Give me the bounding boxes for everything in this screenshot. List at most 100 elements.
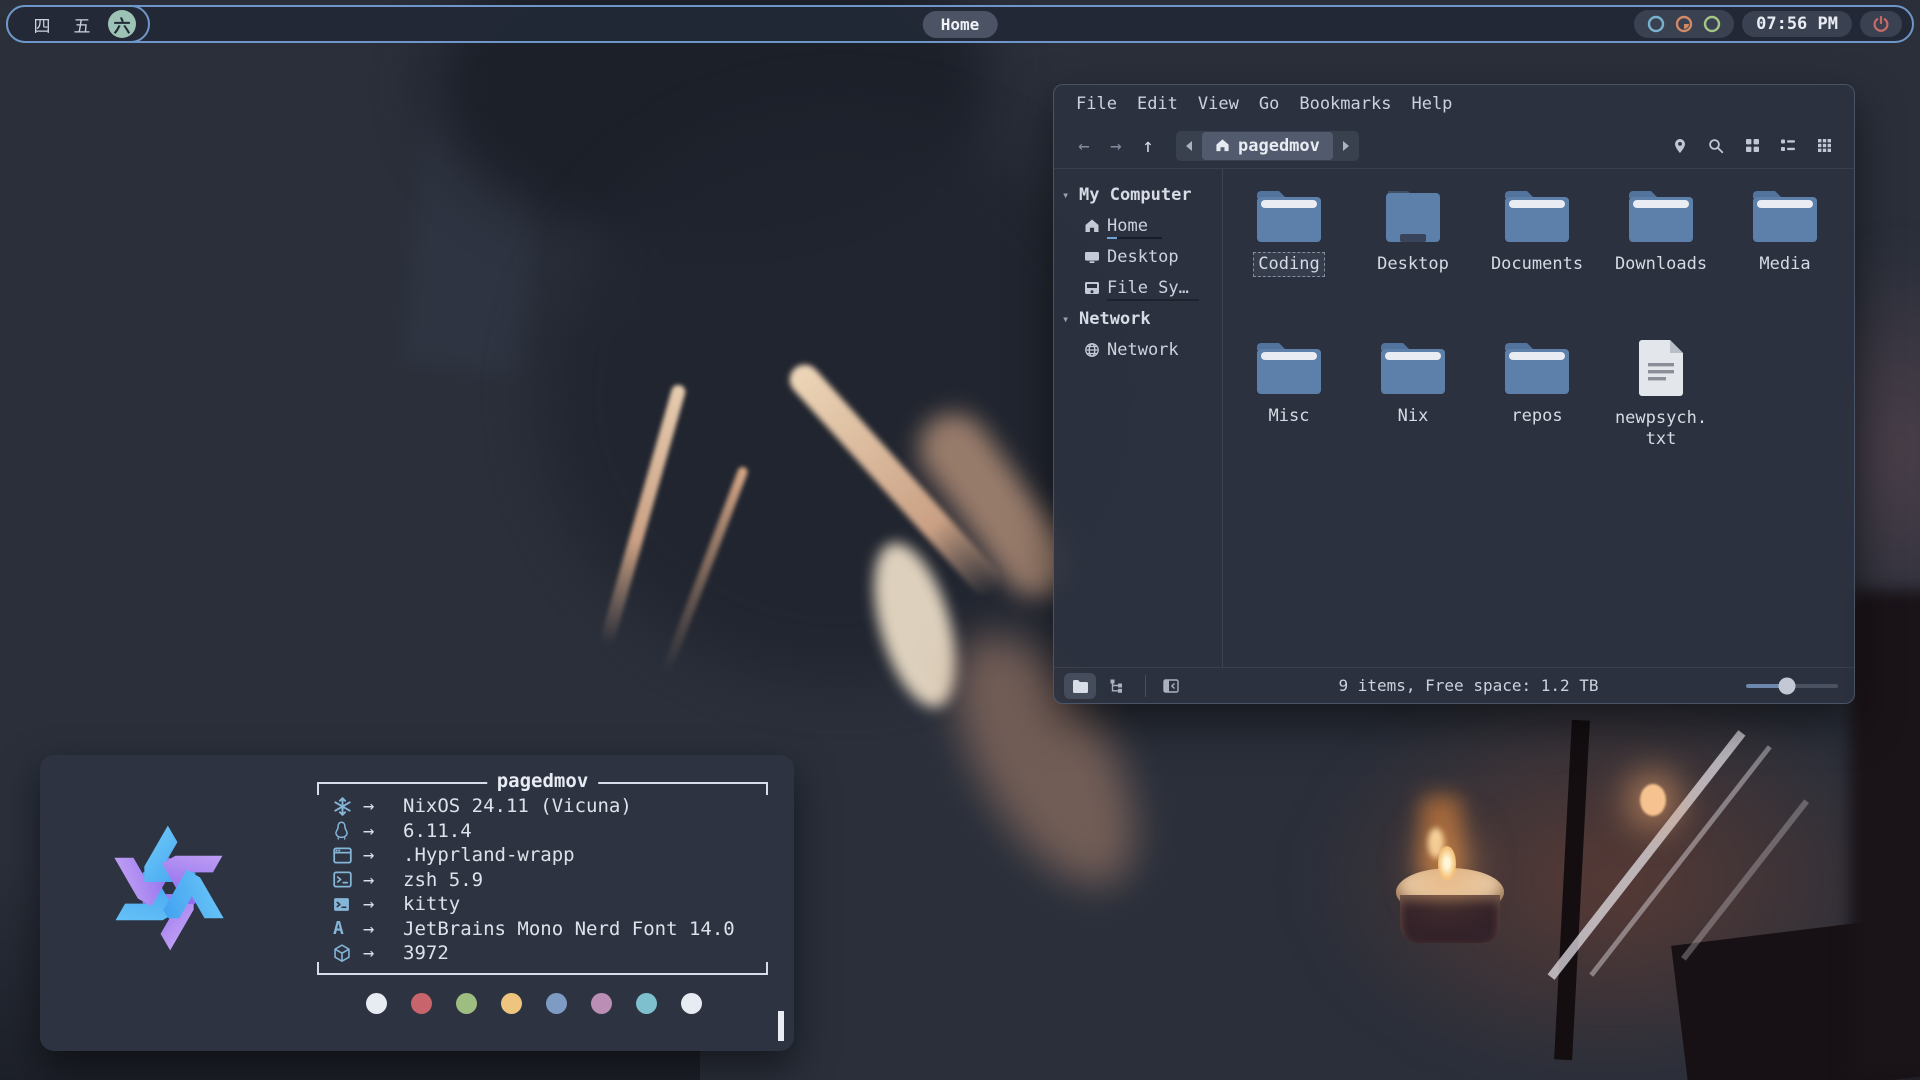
path-segment-home[interactable]: pagedmov — [1202, 132, 1333, 160]
arrow-icon: → — [363, 844, 403, 866]
path-segment-label: pagedmov — [1238, 136, 1320, 156]
file-item-documents[interactable]: Documents — [1475, 187, 1599, 339]
desktop-folder-icon — [1378, 187, 1448, 245]
system-monitors[interactable] — [1634, 10, 1734, 38]
top-bar: 四 五 六 Home 07:56 PM — [6, 5, 1914, 43]
zoom-slider[interactable] — [1746, 677, 1838, 695]
fetch-user-title: pagedmov — [487, 770, 599, 792]
shell-prompt-icon — [333, 871, 363, 888]
tree-pane-button[interactable] — [1100, 673, 1132, 699]
file-item-newpsych-txt[interactable]: newpsych.txt — [1599, 339, 1723, 491]
arrow-icon: → — [363, 820, 403, 842]
sidebar-item-desktop[interactable]: Desktop — [1054, 241, 1222, 272]
terminal-color-palette — [366, 993, 702, 1014]
arrow-icon: → — [363, 893, 403, 915]
power-icon — [1871, 14, 1891, 34]
desktop-icon — [1084, 249, 1100, 265]
expander-triangle-icon[interactable]: ▾ — [1062, 188, 1072, 202]
fetch-row-font: A → JetBrains Mono Nerd Font 14.0 — [333, 917, 768, 942]
fetch-row-terminal: → kitty — [333, 892, 768, 917]
list-view-icon — [1780, 138, 1796, 153]
palette-dot — [591, 993, 612, 1014]
disk-circle-icon — [1702, 14, 1722, 34]
active-window-title: Home — [923, 11, 998, 38]
workspace-5[interactable]: 五 — [68, 10, 96, 38]
menu-help[interactable]: Help — [1401, 90, 1462, 118]
font-icon: A — [333, 918, 363, 939]
menu-go[interactable]: Go — [1249, 90, 1289, 118]
places-sidebar: ▾ My Computer Home Desktop File Sy… ▾ Ne… — [1054, 169, 1222, 667]
fetch-row-packages: → 3972 — [333, 941, 768, 966]
file-item-coding[interactable]: Coding — [1227, 187, 1351, 339]
palette-dot — [501, 993, 522, 1014]
memory-circle-icon — [1674, 14, 1694, 34]
icon-view-button[interactable] — [1736, 131, 1768, 161]
folder-icon — [1502, 187, 1572, 245]
status-text: 9 items, Free space: 1.2 TB — [1191, 676, 1746, 695]
toggle-sidebar-button[interactable] — [1155, 673, 1187, 699]
list-view-button[interactable] — [1772, 131, 1804, 161]
palette-dot — [546, 993, 567, 1014]
fetch-row-os: → NixOS 24.11 (Vicuna) — [333, 794, 768, 819]
compact-view-button[interactable] — [1808, 131, 1840, 161]
file-item-media[interactable]: Media — [1723, 187, 1847, 339]
left-triangle-icon — [1186, 141, 1192, 151]
places-pane-button[interactable] — [1064, 673, 1096, 699]
filesystem-icon — [1084, 280, 1100, 296]
file-item-downloads[interactable]: Downloads — [1599, 187, 1723, 339]
location-pin-button[interactable] — [1664, 131, 1696, 161]
icon-view-icon — [1745, 138, 1760, 153]
menu-edit[interactable]: Edit — [1127, 90, 1188, 118]
compact-view-icon — [1817, 138, 1832, 153]
file-manager-window: File Edit View Go Bookmarks Help ← → ↑ p… — [1053, 84, 1855, 704]
workspace-switcher: 四 五 六 — [6, 5, 150, 43]
toolbar: ← → ↑ pagedmov — [1054, 123, 1854, 169]
menu-file[interactable]: File — [1066, 90, 1127, 118]
expander-triangle-icon[interactable]: ▾ — [1062, 312, 1072, 326]
back-button[interactable]: ← — [1068, 131, 1100, 161]
location-pin-icon — [1672, 138, 1688, 154]
search-button[interactable] — [1700, 131, 1732, 161]
path-scroll-right[interactable] — [1333, 131, 1359, 161]
arrow-icon: → — [363, 918, 403, 940]
palette-dot — [366, 993, 387, 1014]
nixos-snowflake-icon — [333, 797, 363, 816]
forward-button[interactable]: → — [1100, 131, 1132, 161]
up-button[interactable]: ↑ — [1132, 131, 1164, 161]
path-scroll-left[interactable] — [1176, 131, 1202, 161]
menu-bookmarks[interactable]: Bookmarks — [1289, 90, 1401, 118]
sidebar-item-filesystem[interactable]: File Sy… — [1054, 272, 1222, 303]
menu-view[interactable]: View — [1188, 90, 1249, 118]
terminal-icon — [333, 897, 363, 912]
wm-window-icon — [333, 847, 363, 864]
toggle-sidebar-icon — [1163, 679, 1179, 693]
file-item-misc[interactable]: Misc — [1227, 339, 1351, 491]
file-item-repos[interactable]: repos — [1475, 339, 1599, 491]
menu-bar: File Edit View Go Bookmarks Help — [1054, 85, 1854, 123]
workspace-4[interactable]: 四 — [28, 10, 56, 38]
right-triangle-icon — [1343, 141, 1349, 151]
sidebar-item-home[interactable]: Home — [1054, 210, 1222, 241]
zoom-slider-knob[interactable] — [1779, 677, 1796, 694]
places-pane-icon — [1072, 679, 1088, 693]
palette-dot — [636, 993, 657, 1014]
file-item-nix[interactable]: Nix — [1351, 339, 1475, 491]
palette-dot — [456, 993, 477, 1014]
statusbar-divider — [1145, 675, 1146, 697]
file-item-desktop[interactable]: Desktop — [1351, 187, 1475, 339]
cpu-circle-icon — [1646, 14, 1666, 34]
terminal-window[interactable]: pagedmov → NixOS 24.11 (Vicuna) → 6.11.4… — [40, 755, 794, 1051]
power-button[interactable] — [1860, 11, 1902, 37]
workspace-6-active[interactable]: 六 — [108, 10, 136, 38]
arrow-icon: → — [363, 869, 403, 891]
sidebar-section-network[interactable]: ▾ Network — [1054, 303, 1222, 334]
nixos-logo — [64, 783, 274, 993]
palette-dot — [681, 993, 702, 1014]
arrow-icon: → — [363, 942, 403, 964]
home-icon — [1215, 138, 1230, 153]
sidebar-item-network[interactable]: Network — [1054, 334, 1222, 365]
sidebar-section-my-computer[interactable]: ▾ My Computer — [1054, 179, 1222, 210]
terminal-cursor — [778, 1011, 784, 1041]
tree-pane-icon — [1109, 678, 1124, 693]
clock[interactable]: 07:56 PM — [1742, 11, 1852, 37]
